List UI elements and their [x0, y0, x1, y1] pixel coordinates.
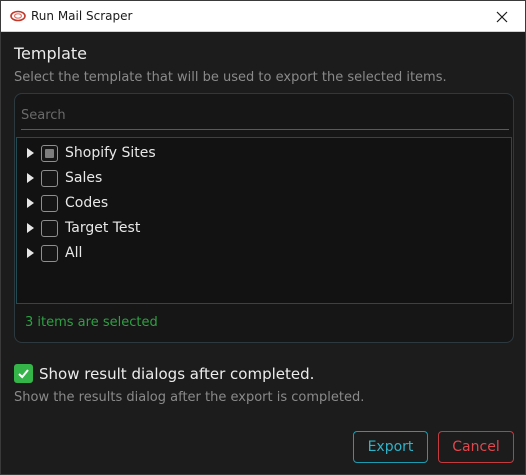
tree-item-all[interactable]: All: [27, 242, 82, 264]
tree-checkbox[interactable]: [41, 219, 58, 237]
selection-status: 3 items are selected: [25, 315, 158, 330]
tree-item-sales[interactable]: Sales: [27, 167, 102, 189]
expand-arrow-icon[interactable]: [27, 198, 34, 208]
dialog-window: Run Mail Scraper Template Select the tem…: [0, 0, 526, 475]
tree-item-codes[interactable]: Codes: [27, 192, 108, 214]
expand-arrow-icon[interactable]: [27, 248, 34, 258]
search-input[interactable]: [21, 102, 509, 130]
tree-item-label: Shopify Sites: [65, 145, 156, 161]
tree-checkbox[interactable]: [41, 244, 58, 262]
dialog-content: Template Select the template that will b…: [1, 33, 525, 474]
tree-checkbox[interactable]: [41, 144, 58, 162]
expand-arrow-icon[interactable]: [27, 173, 34, 183]
show-results-option[interactable]: Show result dialogs after completed.: [14, 364, 314, 383]
tree-item-target-test[interactable]: Target Test: [27, 217, 140, 239]
tree-item-label: All: [65, 245, 83, 261]
show-results-description: Show the results dialog after the export…: [14, 390, 365, 405]
checkmark-icon: [18, 369, 29, 379]
section-heading: Template: [14, 44, 88, 63]
section-description: Select the template that will be used to…: [14, 70, 447, 85]
expand-arrow-icon[interactable]: [27, 148, 34, 158]
close-icon: [496, 11, 508, 22]
partial-check-icon: [45, 148, 54, 158]
tree-item-shopify-sites[interactable]: Shopify Sites: [27, 142, 156, 164]
show-results-label: Show result dialogs after completed.: [39, 364, 315, 383]
tree-item-label: Target Test: [65, 220, 141, 236]
app-icon: [10, 10, 26, 22]
tree-item-label: Codes: [65, 195, 109, 211]
tree-checkbox[interactable]: [41, 169, 58, 187]
template-tree[interactable]: Shopify Sites Sales Codes Target Test Al…: [16, 137, 512, 304]
window-title: Run Mail Scraper: [31, 9, 133, 23]
show-results-checkbox[interactable]: [14, 364, 33, 383]
template-picker: Shopify Sites Sales Codes Target Test: [14, 93, 514, 343]
tree-item-label: Sales: [65, 170, 103, 186]
expand-arrow-icon[interactable]: [27, 223, 34, 233]
cancel-button[interactable]: Cancel: [438, 431, 514, 463]
close-button[interactable]: [479, 1, 525, 32]
title-bar[interactable]: Run Mail Scraper: [1, 1, 525, 32]
export-button[interactable]: Export: [353, 431, 428, 463]
tree-checkbox[interactable]: [41, 194, 58, 212]
